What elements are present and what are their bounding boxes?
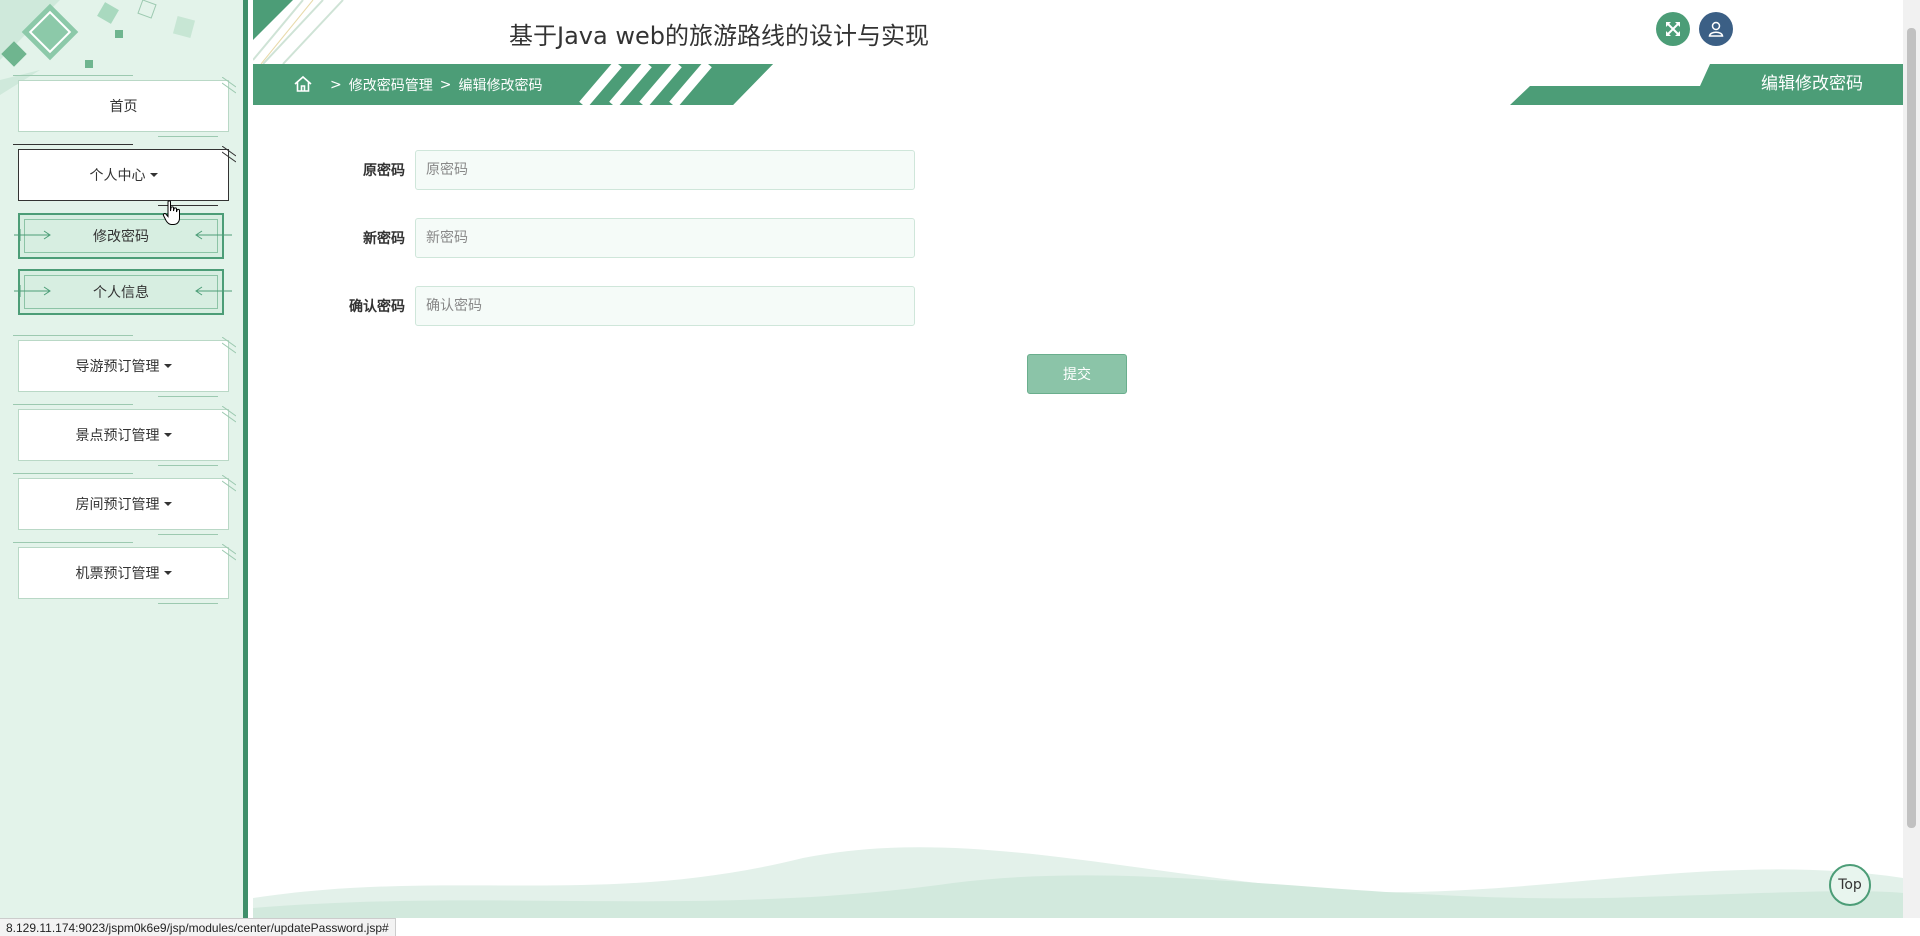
- sidebar-item-label: 房间预订管理: [75, 497, 160, 513]
- corner-hatch-icon: [222, 475, 236, 492]
- caret-down-icon: [149, 173, 158, 177]
- submit-button[interactable]: 提交: [1027, 354, 1127, 394]
- page-tag-label: 编辑修改密码: [1761, 74, 1863, 94]
- arrow-right-icon: [14, 285, 51, 297]
- breadcrumb-trail: > 修改密码管理 > 编辑修改密码: [253, 64, 542, 105]
- page-tag: 编辑修改密码: [1510, 64, 1903, 105]
- breadcrumb-item-current: 编辑修改密码: [458, 77, 543, 94]
- page-title: 基于Java web的旅游路线的设计与实现: [509, 22, 929, 50]
- old-password-label: 原密码: [363, 163, 405, 179]
- sidebar-item-label: 机票预订管理: [75, 566, 160, 582]
- breadcrumb-item-password-management[interactable]: 修改密码管理: [349, 75, 433, 95]
- browser-status-url: 8.129.11.174:9023/jspm0k6e9/jsp/modules/…: [0, 918, 396, 936]
- form-row-new-password: 新密码: [330, 217, 915, 259]
- expand-icon: [1666, 22, 1680, 36]
- old-password-input[interactable]: [415, 150, 915, 190]
- top-header: 基于Java web的旅游路线的设计与实现: [253, 0, 1902, 64]
- header-decoration: [253, 0, 344, 64]
- arrow-left-icon: [195, 230, 232, 240]
- sidebar-item-label: 导游预订管理: [75, 359, 160, 375]
- sidebar-item-home[interactable]: 首页: [13, 75, 236, 137]
- corner-hatch-icon: [222, 77, 236, 94]
- new-password-input[interactable]: [415, 218, 915, 258]
- sidebar: 首页 个人中心 修改密码 个人信息 导游预订管理 景点预订管理 房间预订管理 机…: [0, 0, 248, 936]
- caret-down-icon: [163, 571, 172, 575]
- caret-down-icon: [163, 364, 172, 368]
- corner-hatch-icon: [222, 337, 236, 354]
- hand-cursor-icon: [162, 200, 180, 225]
- form-row-confirm-password: 确认密码: [330, 285, 915, 327]
- new-password-label: 新密码: [363, 231, 405, 247]
- user-icon: [1708, 21, 1724, 37]
- caret-down-icon: [163, 433, 172, 437]
- scrollbar-thumb[interactable]: [1907, 28, 1916, 828]
- sidebar-subitem-label: 修改密码: [93, 229, 149, 245]
- corner-hatch-icon: [222, 406, 236, 423]
- caret-down-icon: [163, 502, 172, 506]
- confirm-password-input[interactable]: [415, 286, 915, 326]
- corner-hatch-icon: [222, 544, 236, 561]
- user-button[interactable]: [1699, 12, 1733, 46]
- fullscreen-button[interactable]: [1656, 12, 1690, 46]
- confirm-password-label: 确认密码: [349, 299, 405, 315]
- sidebar-subitem-label: 个人信息: [93, 285, 149, 301]
- sidebar-item-label: 景点预订管理: [75, 428, 160, 444]
- sidebar-item-label: 首页: [109, 99, 138, 115]
- sidebar-subitem-personal-info[interactable]: 个人信息: [14, 269, 232, 315]
- breadcrumb-separator: >: [439, 76, 452, 93]
- sidebar-subitem-change-password[interactable]: 修改密码: [14, 213, 232, 259]
- form-row-old-password: 原密码: [330, 149, 915, 191]
- sidebar-item-room-booking[interactable]: 房间预订管理: [13, 473, 236, 535]
- sidebar-item-personal-center[interactable]: 个人中心: [13, 144, 236, 206]
- back-to-top-button[interactable]: Top: [1829, 864, 1871, 906]
- arrow-left-icon: [195, 286, 232, 296]
- corner-hatch-icon: [222, 146, 236, 163]
- sidebar-item-label: 个人中心: [89, 168, 146, 184]
- sidebar-item-flight-booking[interactable]: 机票预订管理: [13, 542, 236, 604]
- bottom-wave-decoration: [253, 847, 1903, 918]
- breadcrumb: > 修改密码管理 > 编辑修改密码: [253, 64, 773, 105]
- breadcrumb-separator: >: [330, 76, 342, 93]
- page-scrollbar[interactable]: [1903, 0, 1920, 918]
- arrow-right-icon: [14, 229, 51, 241]
- sidebar-item-attraction-booking[interactable]: 景点预订管理: [13, 404, 236, 466]
- sidebar-item-guide-booking[interactable]: 导游预订管理: [13, 335, 236, 397]
